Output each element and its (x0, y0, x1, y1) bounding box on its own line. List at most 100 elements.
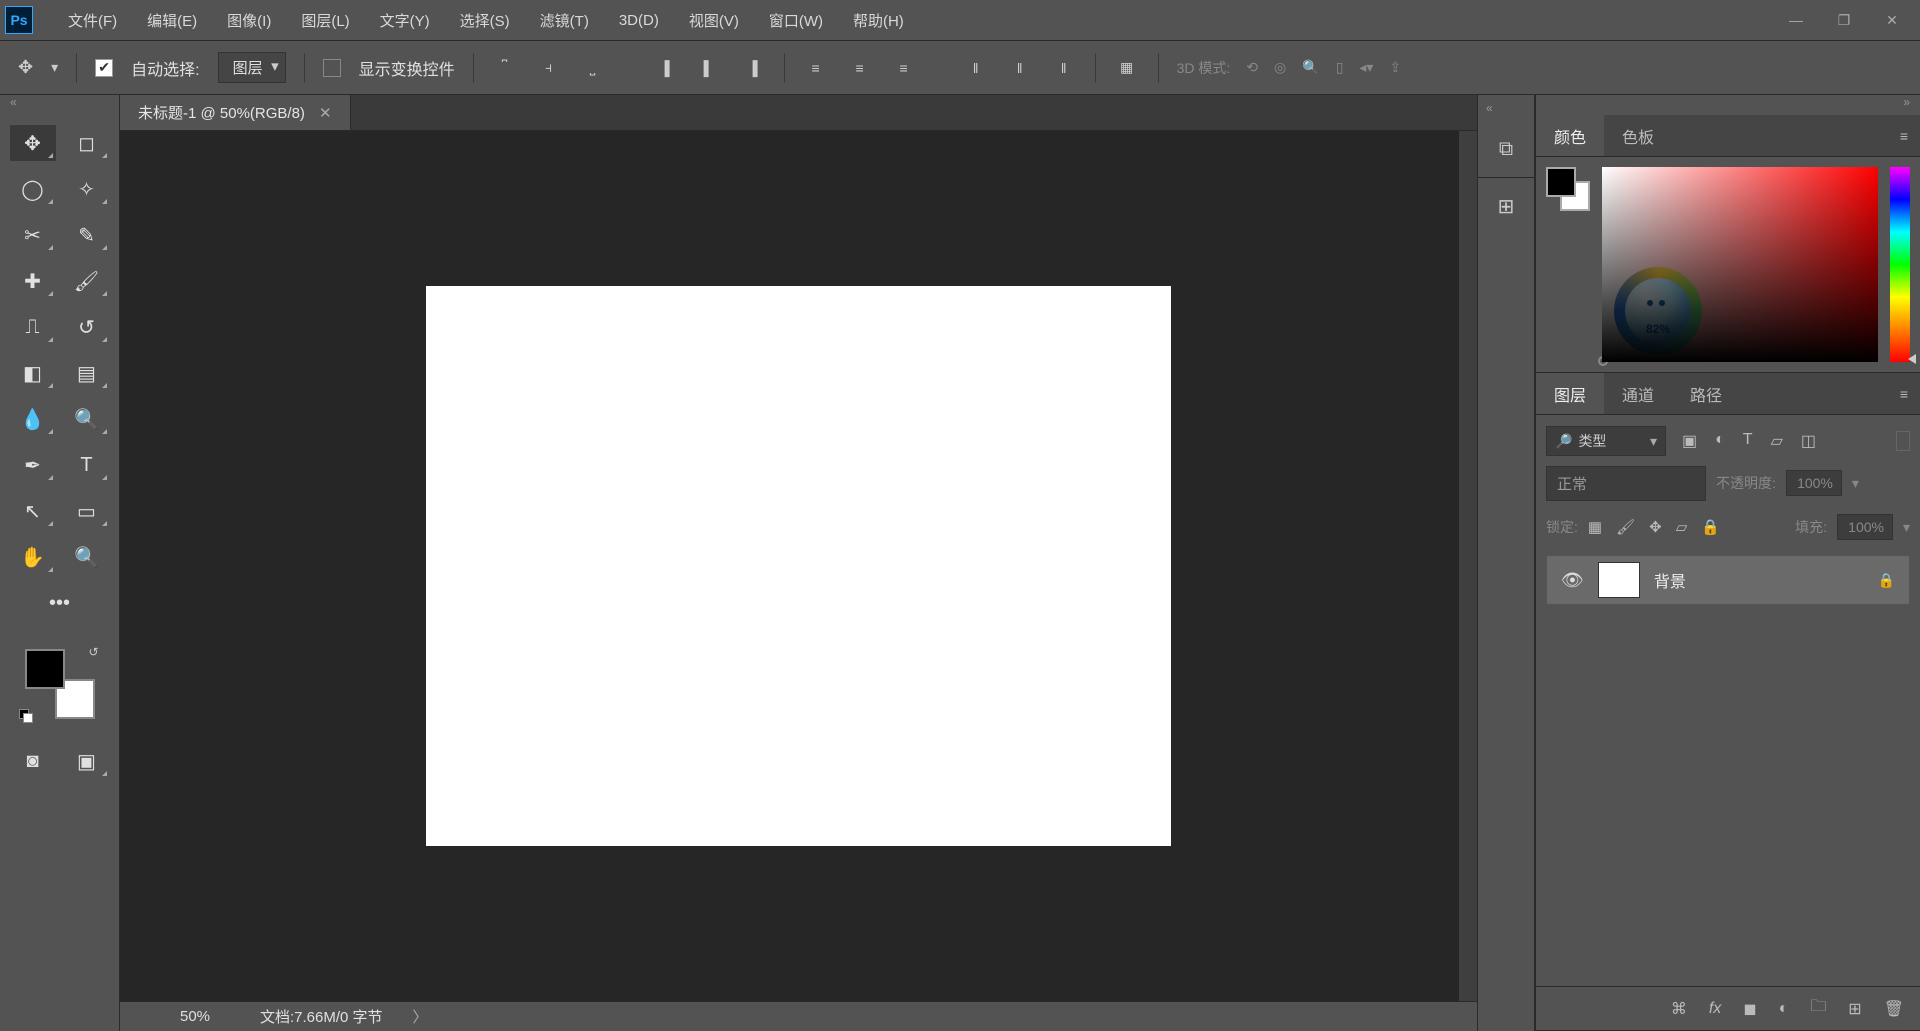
vertical-scrollbar[interactable] (1459, 131, 1477, 1001)
layer-name[interactable]: 背景 (1654, 568, 1686, 592)
properties-panel-icon[interactable]: ⊞ (1486, 186, 1526, 226)
opacity-value-input[interactable]: 100% (1786, 470, 1842, 496)
foreground-color-swatch[interactable] (25, 649, 65, 689)
maximize-button[interactable]: ❐ (1821, 5, 1867, 35)
fg-color-preview[interactable] (1546, 167, 1576, 197)
tab-layers[interactable]: 图层 (1536, 373, 1604, 414)
history-panel-icon[interactable]: ⧉ (1486, 129, 1526, 169)
hand-tool[interactable]: ✋ (10, 539, 56, 575)
adjustment-layer-icon[interactable]: ◐ (1779, 1000, 1789, 1018)
gradient-tool[interactable]: ▤ (64, 355, 110, 391)
layer-thumbnail[interactable] (1598, 562, 1640, 598)
canvas[interactable] (426, 286, 1171, 846)
move-tool[interactable]: ✥ (10, 125, 56, 161)
opacity-dropdown-icon[interactable]: ▾ (1852, 475, 1859, 492)
eyedropper-tool[interactable]: ✎ (64, 217, 110, 253)
menu-layer[interactable]: 图层(L) (286, 4, 364, 37)
filter-pixel-icon[interactable]: ▣ (1682, 431, 1697, 451)
filter-adjustment-icon[interactable]: ◐ (1715, 431, 1725, 451)
menu-edit[interactable]: 编辑(E) (132, 4, 212, 37)
align-right-icon[interactable]: ▐ (740, 56, 766, 80)
clone-stamp-tool[interactable]: ⎍ (10, 309, 56, 345)
tab-swatches[interactable]: 色板 (1604, 115, 1672, 156)
lock-artboard-icon[interactable]: ▱ (1676, 518, 1688, 536)
lock-transparency-icon[interactable]: ▦ (1588, 518, 1602, 536)
auto-select-checkbox[interactable]: ✔ (95, 59, 113, 77)
align-bottom-icon[interactable]: ⎵ (580, 56, 606, 80)
menu-filter[interactable]: 滤镜(T) (525, 4, 604, 37)
document-tab[interactable]: 未标题-1 @ 50%(RGB/8) ✕ (120, 95, 351, 130)
zoom-level[interactable]: 50% (160, 1008, 230, 1025)
crop-tool[interactable]: ✂ (10, 217, 56, 253)
lock-image-icon[interactable]: 🖌 (1616, 518, 1635, 536)
tab-paths[interactable]: 路径 (1672, 373, 1740, 414)
more-tools[interactable]: ••• (37, 585, 83, 621)
auto-align-icon[interactable]: ▦ (1114, 56, 1140, 80)
close-window-button[interactable]: ✕ (1869, 5, 1915, 35)
menu-type[interactable]: 文字(Y) (365, 4, 445, 37)
delete-layer-icon[interactable]: 🗑 (1884, 999, 1904, 1019)
menu-help[interactable]: 帮助(H) (838, 4, 919, 37)
view-3d-icon[interactable]: ▯ (1336, 59, 1344, 76)
locked-indicator-icon[interactable]: 🔒 (1878, 572, 1895, 589)
assistant-bubble-overlay[interactable]: 82% (1614, 267, 1702, 355)
blend-mode-dropdown[interactable]: 正常 (1546, 466, 1706, 501)
align-left-icon[interactable]: ▐ (652, 56, 678, 80)
layers-panel-menu-icon[interactable]: ≡ (1888, 386, 1920, 402)
zoom-tool[interactable]: 🔍 (64, 539, 110, 575)
foreground-background-colors[interactable]: ↺ (25, 649, 95, 719)
eraser-tool[interactable]: ◧ (10, 355, 56, 391)
blur-tool[interactable]: 💧 (10, 401, 56, 437)
zoom-3d-icon[interactable]: 🔍 (1302, 59, 1319, 76)
distribute-top-icon[interactable]: ≡ (803, 56, 829, 80)
orbit-3d-icon[interactable]: ⟲ (1246, 59, 1258, 76)
path-selection-tool[interactable]: ↖ (10, 493, 56, 529)
toolbar-collapse-icon[interactable]: « (0, 95, 119, 115)
filter-type-icon[interactable]: T (1743, 431, 1753, 451)
layer-mask-icon[interactable]: ◼ (1743, 999, 1756, 1019)
filter-shape-icon[interactable]: ▱ (1771, 431, 1783, 451)
align-hcenter-icon[interactable]: ▌ (696, 56, 722, 80)
dodge-tool[interactable]: 🔍 (64, 401, 110, 437)
auto-select-target-dropdown[interactable]: 图层 (218, 52, 286, 83)
healing-brush-tool[interactable]: ✚ (10, 263, 56, 299)
menu-3d[interactable]: 3D(D) (604, 6, 674, 35)
status-menu-icon[interactable]: 〉 (413, 1006, 428, 1027)
layer-item[interactable]: 👁 背景 🔒 (1546, 555, 1910, 605)
new-group-icon[interactable]: 🗀 (1810, 995, 1826, 1022)
fill-dropdown-icon[interactable]: ▾ (1903, 519, 1910, 536)
lock-all-icon[interactable]: 🔒 (1701, 518, 1720, 536)
quick-mask-tool[interactable]: ◙ (10, 743, 56, 779)
menu-view[interactable]: 视图(V) (674, 4, 754, 37)
filter-toggle[interactable] (1896, 431, 1910, 451)
pen-tool[interactable]: ✒ (10, 447, 56, 483)
link-layers-icon[interactable]: ⌘ (1671, 999, 1687, 1019)
canvas-viewport[interactable] (120, 131, 1477, 1001)
pan-3d-icon[interactable]: ◎ (1274, 59, 1286, 76)
color-field-picker[interactable]: 82% (1602, 167, 1878, 362)
new-layer-icon[interactable]: ⊞ (1848, 999, 1861, 1019)
lasso-tool[interactable]: ◯ (10, 171, 56, 207)
type-tool[interactable]: T (64, 447, 110, 483)
color-preview-swatches[interactable] (1546, 167, 1590, 211)
brush-tool[interactable]: 🖌 (64, 263, 110, 299)
default-colors-icon[interactable] (19, 709, 33, 723)
lock-position-icon[interactable]: ✥ (1649, 518, 1662, 536)
hue-slider[interactable] (1890, 167, 1910, 362)
marquee-tool[interactable]: ◻ (64, 125, 110, 161)
close-document-icon[interactable]: ✕ (319, 104, 332, 122)
menu-window[interactable]: 窗口(W) (754, 4, 838, 37)
tool-preset-dropdown-icon[interactable]: ▾ (51, 59, 58, 76)
align-vcenter-icon[interactable]: ⫞ (536, 56, 562, 80)
swap-colors-icon[interactable]: ↺ (88, 645, 98, 659)
dropdown-3d-icon[interactable]: ◂▾ (1359, 59, 1373, 76)
tab-channels[interactable]: 通道 (1604, 373, 1672, 414)
distribute-bottom-icon[interactable]: ≡ (891, 56, 917, 80)
history-brush-tool[interactable]: ↺ (64, 309, 110, 345)
tab-color[interactable]: 颜色 (1536, 115, 1604, 156)
minimize-button[interactable]: — (1773, 5, 1819, 35)
menu-file[interactable]: 文件(F) (53, 4, 132, 37)
distribute-right-icon[interactable]: ‖ (1051, 56, 1077, 80)
shape-tool[interactable]: ▭ (64, 493, 110, 529)
visibility-toggle-icon[interactable]: 👁 (1561, 570, 1584, 591)
